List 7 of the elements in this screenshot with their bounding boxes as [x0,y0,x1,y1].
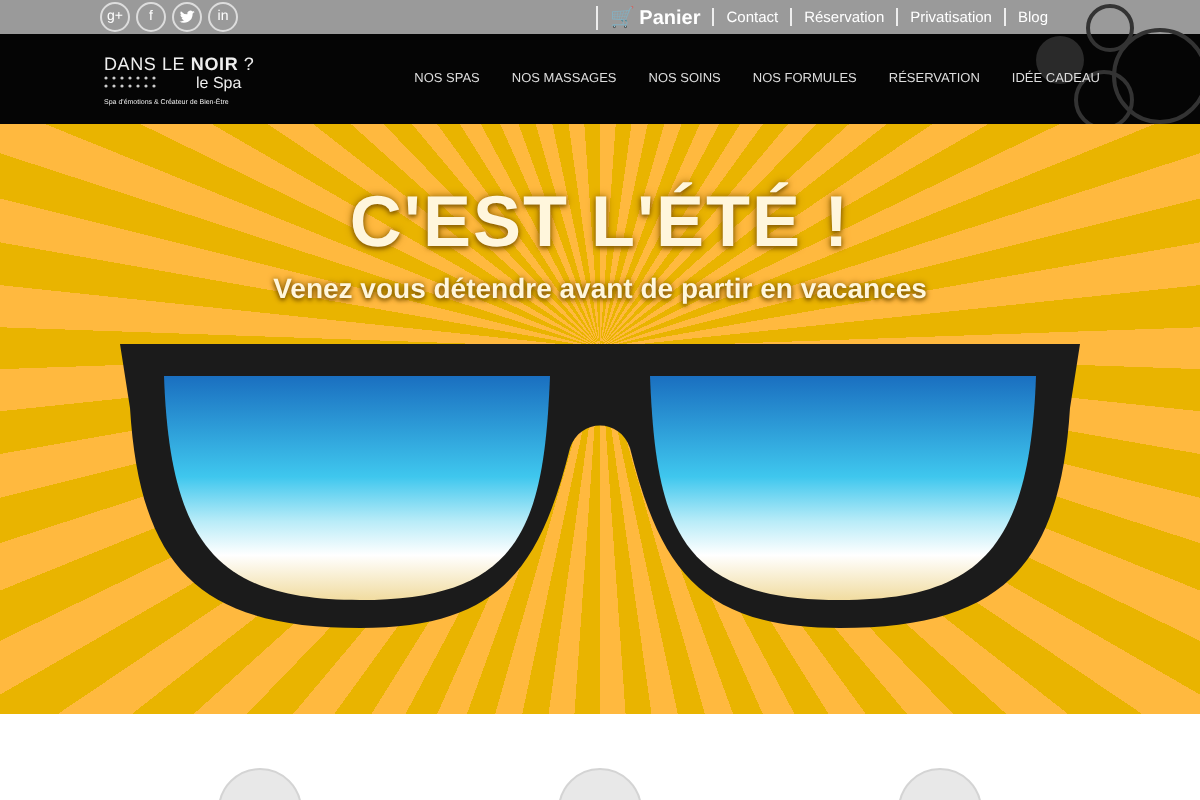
hero-title: C'EST L'ÉTÉ ! [349,180,851,264]
twitter-bird-icon[interactable] [172,2,202,32]
logo-title: DANS LE NOIR ? [104,53,255,73]
braille-dots-icon [104,74,160,90]
logo-subtitle: le Spa [196,73,242,91]
cart-link[interactable]: 🛒 Panier [595,5,713,29]
hero-subtitle: Venez vous détendre avant de partir en vacances [273,272,927,304]
